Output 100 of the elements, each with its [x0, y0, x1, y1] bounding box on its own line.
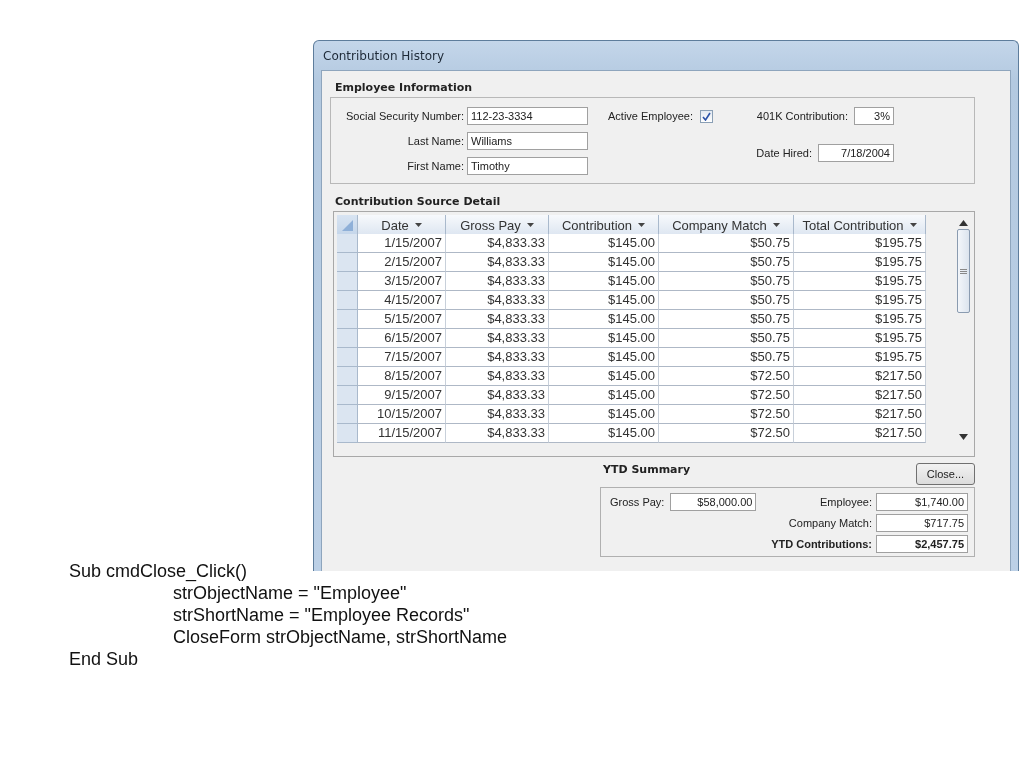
field-label: Date Hired: — [756, 147, 812, 159]
field-label: YTD Contributions: — [771, 538, 872, 550]
table-cell: $50.75 — [659, 348, 794, 367]
input-field[interactable]: Williams — [467, 132, 588, 150]
close-button[interactable]: Close... — [916, 463, 975, 485]
field-label: Employee: — [820, 496, 872, 508]
column-header[interactable]: Total Contribution — [794, 215, 926, 236]
table-cell: 11/15/2007 — [358, 424, 446, 443]
table-cell: $4,833.33 — [446, 310, 549, 329]
field-label: First Name: — [406, 160, 465, 172]
select-all-corner[interactable] — [337, 215, 358, 236]
table-cell: $145.00 — [549, 424, 659, 443]
table-cell: $50.75 — [659, 291, 794, 310]
table-cell: $217.50 — [794, 424, 926, 443]
table-cell: $145.00 — [549, 291, 659, 310]
field-label: 401K Contribution: — [756, 110, 848, 122]
input-field[interactable]: 3% — [854, 107, 894, 125]
field-label: Gross Pay: — [610, 496, 665, 508]
table-cell: 3/15/2007 — [358, 272, 446, 291]
table-cell: 2/15/2007 — [358, 253, 446, 272]
caret-icon — [909, 223, 917, 227]
grip-icon — [960, 268, 967, 274]
row-selector[interactable] — [337, 272, 358, 291]
table-cell: $4,833.33 — [446, 329, 549, 348]
field-label: Social Security Number: — [345, 110, 465, 122]
row-selector[interactable] — [337, 386, 358, 405]
table-cell: $4,833.33 — [446, 367, 549, 386]
table-cell: 9/15/2007 — [358, 386, 446, 405]
table-cell: $4,833.33 — [446, 424, 549, 443]
table-cell: $4,833.33 — [446, 272, 549, 291]
table-cell: 6/15/2007 — [358, 329, 446, 348]
table-cell: $72.50 — [659, 367, 794, 386]
caret-icon — [772, 223, 780, 227]
row-selector[interactable] — [337, 424, 358, 443]
table-cell: $145.00 — [549, 367, 659, 386]
table-cell: $50.75 — [659, 234, 794, 253]
input-field[interactable]: Timothy — [467, 157, 588, 175]
table-cell: $72.50 — [659, 386, 794, 405]
table-cell: $72.50 — [659, 424, 794, 443]
table-cell: $195.75 — [794, 234, 926, 253]
table-cell: 10/15/2007 — [358, 405, 446, 424]
row-selector[interactable] — [337, 405, 358, 424]
caret-icon — [414, 223, 422, 227]
table-cell: $195.75 — [794, 253, 926, 272]
input-field[interactable]: $58,000.00 — [670, 493, 757, 511]
table-cell: 1/15/2007 — [358, 234, 446, 253]
input-field[interactable]: $717.75 — [876, 514, 968, 532]
code-line: strObjectName = "Employee" — [173, 582, 408, 604]
column-header[interactable]: Date — [358, 215, 446, 236]
table-cell: $4,833.33 — [446, 348, 549, 367]
table-cell: 5/15/2007 — [358, 310, 446, 329]
row-selector[interactable] — [337, 310, 358, 329]
row-selector[interactable] — [337, 253, 358, 272]
caret-icon — [526, 223, 534, 227]
field-label: Company Match: — [788, 517, 872, 529]
table-cell: $195.75 — [794, 272, 926, 291]
input-field[interactable]: $1,740.00 — [876, 493, 968, 511]
table-cell: $4,833.33 — [446, 386, 549, 405]
table-cell: $217.50 — [794, 386, 926, 405]
table-cell: $50.75 — [659, 310, 794, 329]
checkbox[interactable] — [700, 110, 713, 123]
triangle-icon — [341, 219, 353, 231]
table-cell: $145.00 — [549, 386, 659, 405]
input-field[interactable]: 112-23-3334 — [467, 107, 588, 125]
table-cell: $4,833.33 — [446, 291, 549, 310]
table-cell: 8/15/2007 — [358, 367, 446, 386]
table-cell: $195.75 — [794, 291, 926, 310]
window-title: Contribution History — [322, 47, 445, 65]
input-field[interactable]: $2,457.75 — [876, 535, 968, 553]
code-line: End Sub — [69, 648, 140, 670]
code-line: CloseForm strObjectName, strShortName — [173, 626, 508, 648]
table-cell: $145.00 — [549, 310, 659, 329]
table-cell: $50.75 — [659, 272, 794, 291]
table-cell: $50.75 — [659, 329, 794, 348]
table-cell: $217.50 — [794, 367, 926, 386]
table-cell: $195.75 — [794, 310, 926, 329]
column-header[interactable]: Company Match — [659, 215, 794, 236]
table-cell: $195.75 — [794, 348, 926, 367]
table-cell: $145.00 — [549, 405, 659, 424]
row-selector[interactable] — [337, 329, 358, 348]
table-cell: $217.50 — [794, 405, 926, 424]
row-selector[interactable] — [337, 367, 358, 386]
scroll-up-icon[interactable] — [959, 220, 968, 226]
table-cell: $4,833.33 — [446, 405, 549, 424]
table-cell: $145.00 — [549, 253, 659, 272]
table-cell: $145.00 — [549, 348, 659, 367]
row-selector[interactable] — [337, 291, 358, 310]
column-header[interactable]: Contribution — [549, 215, 659, 236]
table-cell: 7/15/2007 — [358, 348, 446, 367]
field-label: Active Employee: — [608, 110, 693, 122]
code-line: strShortName = "Employee Records" — [173, 604, 471, 626]
table-cell: $72.50 — [659, 405, 794, 424]
table-cell: $145.00 — [549, 272, 659, 291]
scroll-down-icon[interactable] — [959, 434, 968, 440]
input-field[interactable]: 7/18/2004 — [818, 144, 894, 162]
table-cell: $145.00 — [549, 329, 659, 348]
row-selector[interactable] — [337, 234, 358, 253]
row-selector[interactable] — [337, 348, 358, 367]
column-header[interactable]: Gross Pay — [446, 215, 549, 236]
field-label: Last Name: — [406, 135, 465, 147]
